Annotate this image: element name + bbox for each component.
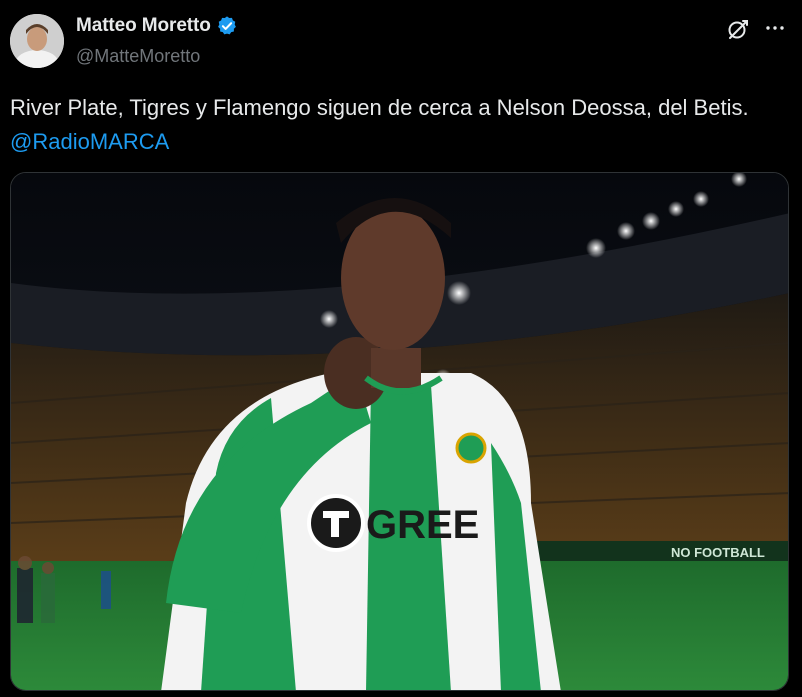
tweet-text: River Plate, Tigres y Flamengo siguen de… xyxy=(10,91,780,159)
mention-link[interactable]: @RadioMARCA xyxy=(10,129,169,154)
tweet-card: Matteo Moretto @MatteMoretto River Plate… xyxy=(0,0,802,697)
more-icon[interactable] xyxy=(763,16,787,40)
sponsor-text: GREE xyxy=(366,503,479,547)
verified-badge-icon xyxy=(216,15,238,37)
sponsor-logo: GREE xyxy=(307,494,479,552)
tweet-photo[interactable]: NO FOOTBALL GREE xyxy=(10,172,789,691)
author-name[interactable]: Matteo Moretto xyxy=(76,15,238,37)
photo-illustration: NO FOOTBALL GREE xyxy=(11,173,788,690)
author-handle[interactable]: @MatteMoretto xyxy=(76,46,200,67)
tweet-text-body: River Plate, Tigres y Flamengo siguen de… xyxy=(10,95,749,120)
grok-icon[interactable] xyxy=(726,17,750,41)
avatar[interactable] xyxy=(10,14,64,68)
author-name-text[interactable]: Matteo Moretto xyxy=(76,15,211,37)
ad-board-text: NO FOOTBALL xyxy=(671,545,765,560)
